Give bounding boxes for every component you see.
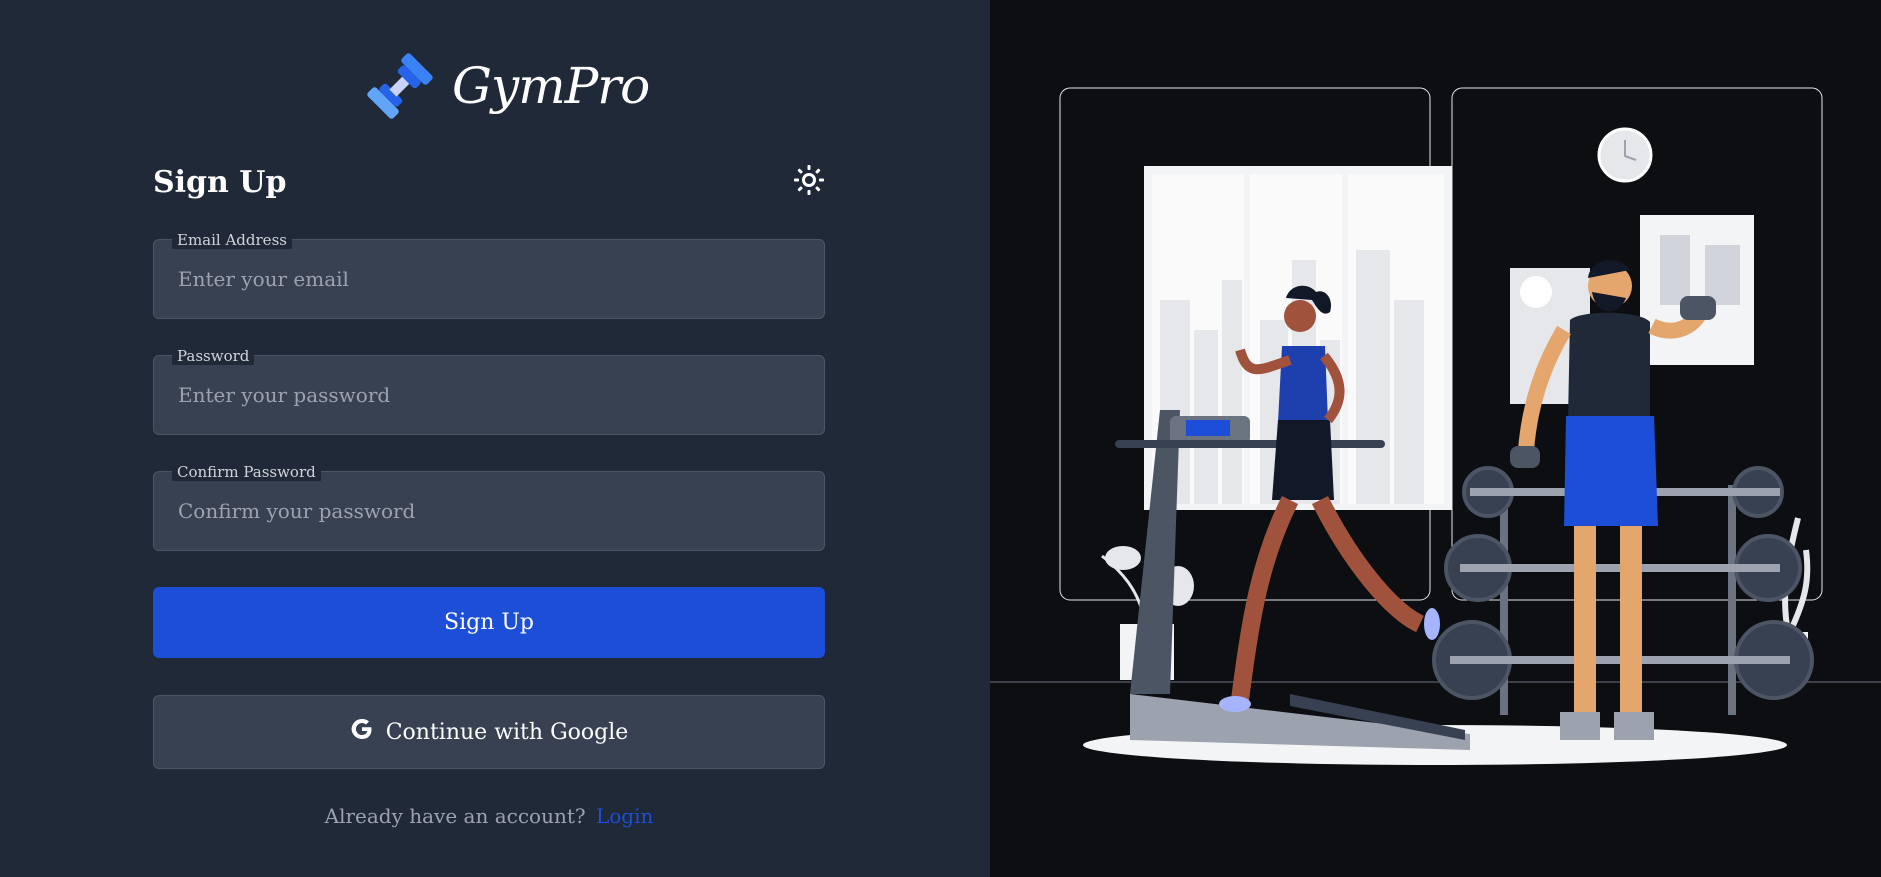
signup-panel: GymPro Sign Up Email Address Enter your … [0, 0, 990, 877]
illustration-panel [990, 0, 1881, 877]
email-label: Email Address [172, 231, 292, 249]
login-prompt-text: Already have an account? [324, 804, 586, 828]
brand-name: GymPro [452, 57, 650, 115]
page-title: Sign Up [153, 164, 287, 200]
google-signin-button[interactable]: Continue with Google [153, 695, 825, 769]
password-input[interactable] [154, 356, 824, 434]
brand-logo: GymPro [360, 46, 650, 126]
password-label: Password [172, 347, 255, 365]
form-header: Sign Up [153, 160, 825, 204]
dumbbell-icon [360, 46, 440, 126]
sun-icon [793, 164, 825, 200]
password-field: Password [153, 347, 825, 435]
email-field: Email Address [153, 231, 825, 319]
signup-button[interactable]: Sign Up [153, 587, 825, 658]
confirm-password-field: Confirm Password [153, 463, 825, 551]
confirm-password-input[interactable] [154, 472, 824, 550]
google-button-label: Continue with Google [385, 719, 629, 745]
login-prompt: Already have an account? Login [153, 804, 825, 828]
login-link[interactable]: Login [596, 804, 653, 828]
gym-illustration [990, 87, 1881, 765]
confirm-password-label: Confirm Password [172, 463, 321, 481]
email-input[interactable] [154, 240, 824, 318]
theme-toggle-button[interactable] [793, 164, 825, 200]
google-icon [350, 717, 374, 747]
